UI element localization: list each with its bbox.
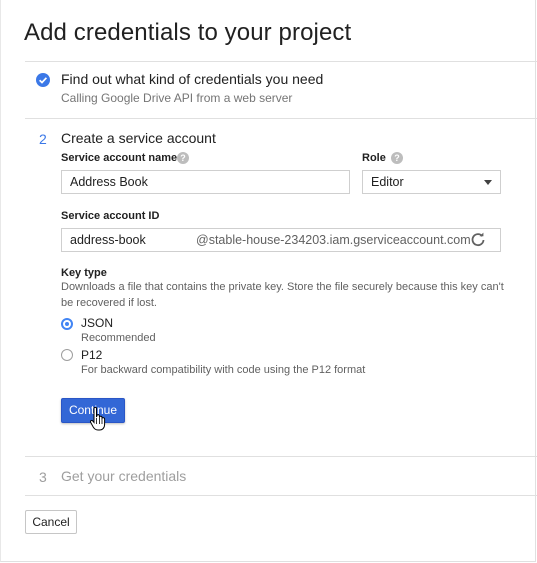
key-type-label: Key type: [61, 267, 107, 279]
radio-json-label: JSON: [81, 316, 114, 330]
step2-title: Create a service account: [61, 130, 216, 146]
service-account-id-label: Service account ID: [61, 210, 160, 222]
step1-subtitle: Calling Google Drive API from a web serv…: [61, 91, 293, 105]
step3-divider: [25, 495, 537, 496]
service-account-id-suffix: @stable-house-234203.iam.gserviceaccount…: [196, 233, 471, 247]
service-account-id-input[interactable]: address-book @stable-house-234203.iam.gs…: [61, 228, 501, 252]
role-value: Editor: [371, 175, 404, 189]
step3-number: 3: [39, 469, 47, 485]
refresh-icon[interactable]: [470, 232, 486, 248]
help-icon[interactable]: ?: [177, 152, 189, 164]
radio-p12-sublabel: For backward compatibility with code usi…: [81, 364, 366, 376]
key-type-description-line2: be recovered if lost.: [61, 297, 157, 309]
radio-json-sublabel: Recommended: [81, 332, 156, 344]
service-account-name-input[interactable]: Address Book: [61, 170, 350, 194]
step2-number: 2: [39, 131, 47, 147]
service-account-name-value: Address Book: [70, 175, 148, 189]
title-divider: [25, 61, 537, 62]
step3-title: Get your credentials: [61, 468, 187, 484]
check-circle-icon: [36, 73, 50, 87]
svg-text:?: ?: [394, 153, 400, 163]
cancel-button[interactable]: Cancel: [25, 510, 77, 534]
key-type-description-line1: Downloads a file that contains the priva…: [61, 281, 504, 293]
pointer-hand-icon: [89, 406, 106, 431]
role-select[interactable]: Editor: [362, 170, 501, 194]
step1-divider: [25, 118, 537, 119]
help-icon[interactable]: ?: [391, 152, 403, 164]
role-label: Role: [362, 152, 386, 164]
radio-json[interactable]: [61, 318, 73, 330]
dropdown-caret-icon: [484, 180, 492, 185]
service-account-name-label: Service account name: [61, 152, 178, 164]
page-title: Add credentials to your project: [24, 19, 352, 46]
radio-p12-label: P12: [81, 348, 103, 362]
step2-divider: [25, 456, 537, 457]
svg-text:?: ?: [180, 153, 186, 163]
step1-title: Find out what kind of credentials you ne…: [61, 71, 324, 87]
radio-p12[interactable]: [61, 349, 73, 361]
service-account-id-value: address-book: [70, 233, 146, 247]
